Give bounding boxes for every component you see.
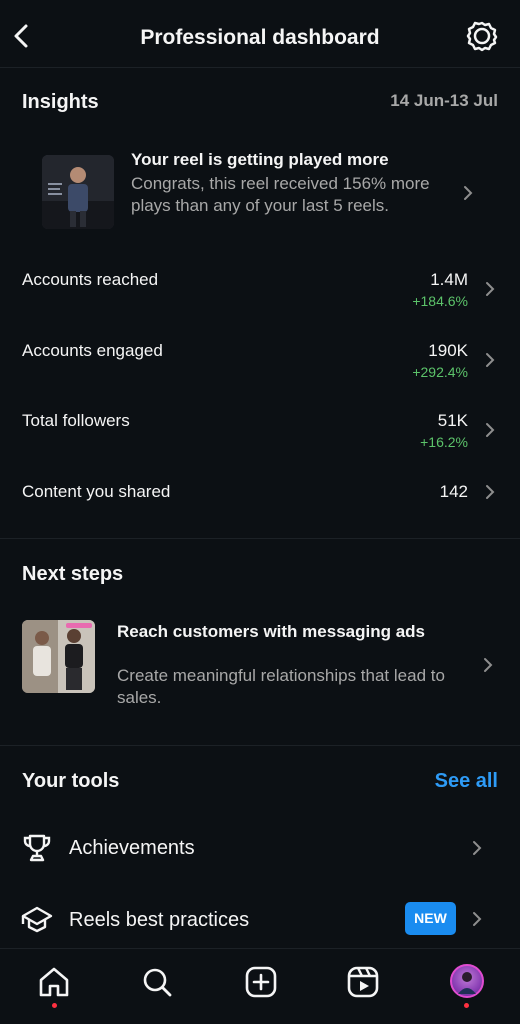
chevron-right-icon xyxy=(470,837,484,859)
next-step-title: Reach customers with messaging ads xyxy=(117,622,425,641)
metric-value: 51K xyxy=(437,411,468,430)
metric-value: 190K xyxy=(428,341,468,360)
chevron-right-icon xyxy=(483,419,497,441)
your-tools-title: Your tools xyxy=(22,770,120,792)
page-title: Professional dashboard xyxy=(140,26,380,49)
chevron-right-icon xyxy=(483,349,497,371)
metric-label: Content you shared xyxy=(22,482,171,501)
metric-delta: +16.2% xyxy=(420,434,468,450)
reel-thumbnail xyxy=(42,155,114,229)
metric-value: 1.4M xyxy=(430,270,468,289)
insights-title: Insights xyxy=(22,91,99,113)
settings-icon[interactable] xyxy=(466,20,498,52)
next-step-thumbnail xyxy=(22,620,95,693)
reel-insight-description: Congrats, this reel received 156% more p… xyxy=(131,174,430,215)
next-step-description: Create meaningful relationships that lea… xyxy=(117,666,445,707)
chevron-right-icon xyxy=(483,481,497,503)
chevron-right-icon xyxy=(481,654,495,676)
metric-label: Accounts reached xyxy=(22,270,159,289)
tool-label: Reels best practices xyxy=(69,909,250,931)
metric-label: Total followers xyxy=(22,411,130,430)
metric-delta: +184.6% xyxy=(412,293,468,309)
search-icon[interactable] xyxy=(140,965,174,999)
create-icon[interactable] xyxy=(244,965,278,999)
section-divider xyxy=(0,538,520,539)
date-range[interactable]: 14 Jun-13 Jul xyxy=(390,91,498,111)
metric-delta: +292.4% xyxy=(412,364,468,380)
chevron-right-icon xyxy=(461,182,475,204)
trophy-icon xyxy=(22,832,52,864)
reels-icon[interactable] xyxy=(346,965,380,999)
notification-dot xyxy=(52,1003,57,1008)
tool-label: Achievements xyxy=(69,837,195,859)
home-icon[interactable] xyxy=(37,965,71,999)
see-all-link[interactable]: See all xyxy=(435,770,498,793)
metric-value: 142 xyxy=(439,482,468,501)
chevron-right-icon xyxy=(470,908,484,930)
next-steps-title: Next steps xyxy=(22,563,124,585)
profile-avatar[interactable] xyxy=(450,964,484,998)
reel-insight-title: Your reel is getting played more xyxy=(131,150,389,169)
section-divider xyxy=(0,745,520,746)
chevron-right-icon xyxy=(483,278,497,300)
metric-label: Accounts engaged xyxy=(22,341,163,360)
graduation-cap-icon xyxy=(20,903,54,935)
notification-dot xyxy=(464,1003,469,1008)
new-badge: NEW xyxy=(405,902,456,935)
